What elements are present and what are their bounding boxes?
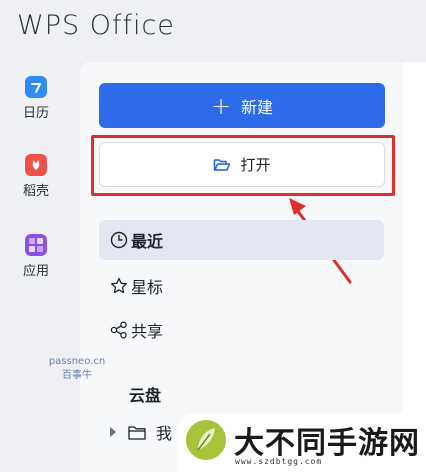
calendar-icon [25,76,47,98]
folder-open-icon [214,158,231,171]
rail-label-calendar: 日历 [22,106,49,121]
plus-icon: + [210,91,232,120]
rail-item-apps[interactable]: 应用 [0,234,72,279]
new-button-label: 新建 [241,97,274,117]
open-button[interactable]: 打开 [99,142,385,187]
share-icon [110,321,127,339]
nav-item-shared[interactable]: 共享 [99,310,384,350]
rail-item-docer[interactable]: 稻壳 [0,154,72,199]
site-logo-text: 大不同手游网 [234,426,420,461]
apps-icon [25,234,47,256]
nav-label-shared: 共享 [131,322,164,341]
site-logo-badge: 大不同手游网 www.szdbtgg.com [178,414,426,472]
watermark-line1: passneo.cn [48,356,106,367]
watermark: passneo.cn 百事牛 [44,355,110,383]
caret-right-icon[interactable] [110,427,116,437]
nav-label-starred: 星标 [131,278,164,297]
star-icon [110,277,128,294]
app-title: WPS Office [17,10,175,41]
tree-item-my-files[interactable]: 我 [110,421,172,443]
watermark-line2: 百事牛 [62,370,92,381]
rail-label-apps: 应用 [22,264,49,279]
nav-item-starred[interactable]: 星标 [99,266,384,306]
leaf-logo-icon [186,420,226,460]
open-button-label: 打开 [240,156,271,174]
clock-icon [110,231,128,249]
rail-label-docer: 稻壳 [22,184,49,199]
tree-item-label: 我 [156,424,173,443]
new-button[interactable]: + 新建 [99,83,385,128]
nav-label-recent: 最近 [131,232,164,251]
nav-item-recent[interactable]: 最近 [99,220,384,260]
rail-item-calendar[interactable]: 日历 [0,76,72,121]
docer-icon [25,154,47,176]
site-logo-url: www.szdbtgg.com [235,457,323,466]
content-area [403,62,426,472]
folder-icon [128,425,146,440]
cloud-section-title: 云盘 [129,386,162,405]
left-rail: 日历 稻壳 应用 [0,62,72,472]
